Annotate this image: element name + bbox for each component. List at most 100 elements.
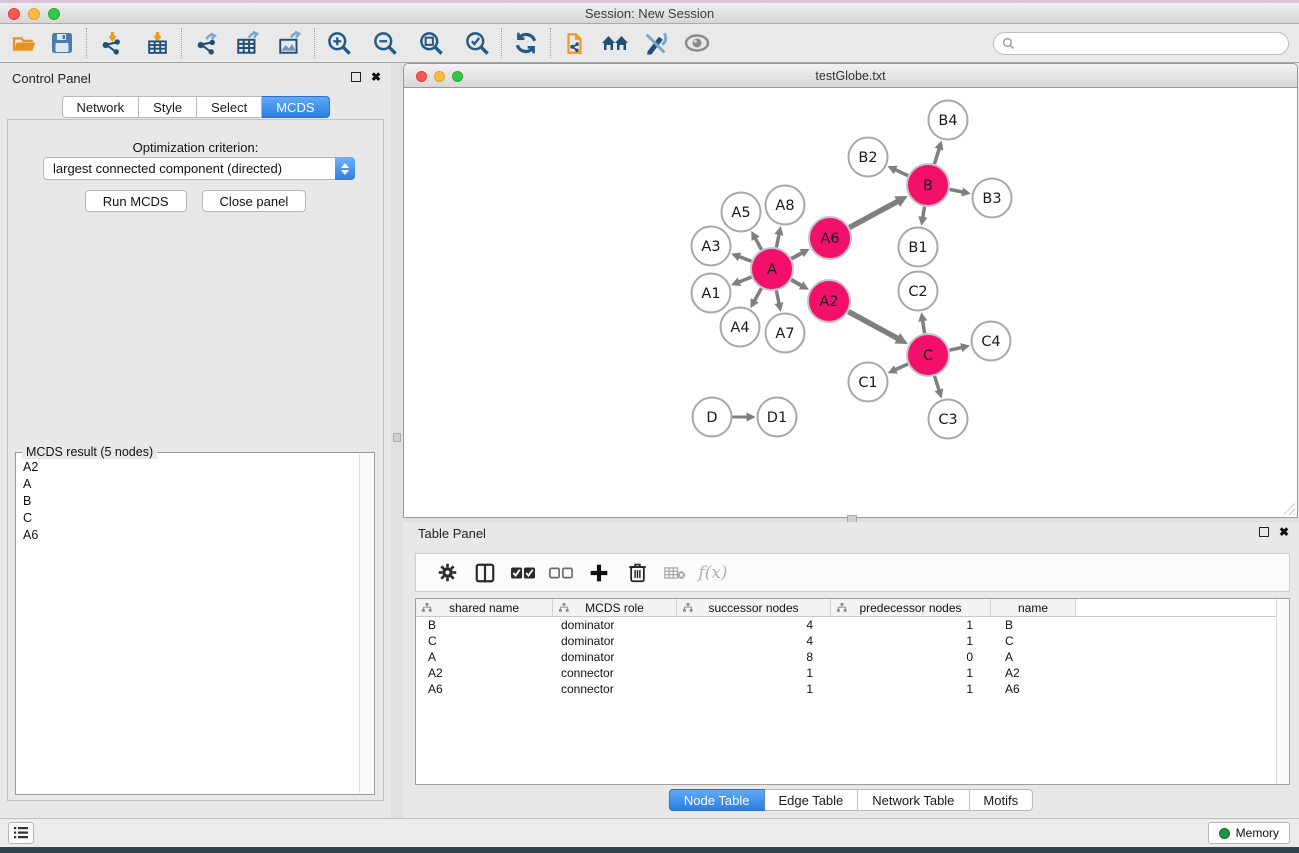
- result-item[interactable]: B: [17, 492, 358, 509]
- clone-network-icon[interactable]: [560, 28, 590, 58]
- cell-shared-name: C: [416, 633, 553, 649]
- open-session-icon[interactable]: [9, 28, 39, 58]
- tab-style[interactable]: Style: [139, 96, 197, 118]
- import-network-icon[interactable]: [96, 28, 126, 58]
- search-input[interactable]: [1020, 37, 1288, 51]
- pencil-slash-icon[interactable]: [640, 28, 670, 58]
- column-header-name[interactable]: name: [991, 599, 1076, 616]
- export-network-icon[interactable]: [191, 28, 221, 58]
- table-row[interactable]: Adominator80A: [416, 649, 1289, 665]
- add-column-icon[interactable]: [580, 558, 618, 588]
- float-table-panel-icon[interactable]: [1259, 527, 1269, 537]
- node-label-A7: A7: [775, 326, 794, 342]
- cell-successor-nodes: 8: [677, 649, 831, 665]
- edge-A-A8[interactable]: [776, 234, 779, 248]
- table-row[interactable]: Bdominator41B: [416, 617, 1289, 633]
- table-panel: Table Panel ✖: [403, 522, 1299, 818]
- table-tab-edge-table[interactable]: Edge Table: [764, 789, 858, 811]
- edge-A-A1[interactable]: [738, 277, 751, 282]
- node-table: shared nameMCDS rolesuccessor nodesprede…: [415, 598, 1290, 785]
- edge-A-A5[interactable]: [755, 238, 761, 250]
- column-header-shared-name[interactable]: shared name: [416, 599, 553, 616]
- arrowhead-icon: [935, 389, 944, 399]
- memory-button[interactable]: Memory: [1208, 822, 1290, 844]
- edge-A6-B[interactable]: [849, 201, 898, 227]
- zoom-out-icon[interactable]: [370, 28, 400, 58]
- list-icon: [14, 827, 28, 839]
- vertical-split-divider[interactable]: [391, 63, 403, 818]
- export-image-icon[interactable]: [275, 28, 305, 58]
- result-item[interactable]: A: [17, 475, 358, 492]
- result-item[interactable]: A2: [17, 458, 358, 475]
- zoom-selected-icon[interactable]: [462, 28, 492, 58]
- table-tab-node-table[interactable]: Node Table: [669, 789, 765, 811]
- network-graph[interactable]: B4B2BB3A8A5A6B1A3AC2A1A2A4A7C4CC1C3DD1: [404, 88, 1297, 516]
- column-header-MCDS-role[interactable]: MCDS role: [553, 599, 677, 616]
- zoom-in-icon[interactable]: [324, 28, 354, 58]
- table-scrollbar[interactable]: [1276, 599, 1289, 784]
- close-panel-icon[interactable]: ✖: [371, 72, 381, 82]
- table-row[interactable]: A6connector11A6: [416, 681, 1289, 697]
- table-row[interactable]: A2connector11A2: [416, 665, 1289, 681]
- arrowhead-icon: [774, 302, 783, 312]
- tab-mcds[interactable]: MCDS: [262, 96, 329, 118]
- search-box[interactable]: [993, 32, 1289, 55]
- edge-A-A7[interactable]: [776, 291, 779, 305]
- edge-C-C1[interactable]: [895, 364, 908, 370]
- window-titlebar: Session: New Session: [0, 3, 1299, 24]
- select-all-icon[interactable]: [504, 558, 542, 588]
- import-table-icon[interactable]: [142, 28, 172, 58]
- column-header-successor-nodes[interactable]: successor nodes: [677, 599, 831, 616]
- edge-C-C2[interactable]: [923, 320, 925, 333]
- result-scrollbar[interactable]: [359, 454, 373, 793]
- main-toolbar: [0, 24, 1299, 63]
- edge-A-A3[interactable]: [739, 256, 752, 261]
- divider-handle[interactable]: [393, 433, 401, 442]
- cell-MCDS-role: connector: [553, 665, 677, 681]
- edge-C-C4[interactable]: [949, 347, 962, 350]
- edge-A-A6[interactable]: [791, 253, 802, 259]
- tab-select[interactable]: Select: [197, 96, 262, 118]
- criterion-dropdown[interactable]: largest connected component (directed): [43, 157, 355, 180]
- task-history-button[interactable]: [8, 822, 34, 844]
- close-table-panel-icon[interactable]: ✖: [1279, 527, 1289, 537]
- table-tab-network-table[interactable]: Network Table: [858, 789, 969, 811]
- tab-network[interactable]: Network: [61, 96, 139, 118]
- network-window-titlebar[interactable]: testGlobe.txt: [403, 63, 1298, 88]
- delete-column-icon[interactable]: [618, 558, 656, 588]
- function-builder-icon: f(x): [694, 558, 732, 588]
- export-table-icon[interactable]: [233, 28, 263, 58]
- eye-icon[interactable]: [682, 28, 712, 58]
- mcds-result-list: A2ABCA6: [17, 458, 358, 793]
- edge-A-A4[interactable]: [754, 288, 761, 301]
- edge-B-B3[interactable]: [950, 189, 964, 192]
- zoom-fit-icon[interactable]: [416, 28, 446, 58]
- node-label-A6: A6: [820, 231, 839, 247]
- node-label-C2: C2: [908, 284, 927, 300]
- run-mcds-button[interactable]: Run MCDS: [85, 190, 187, 212]
- two-houses-icon[interactable]: [600, 28, 630, 58]
- edge-C-C3[interactable]: [935, 376, 940, 391]
- node-label-B4: B4: [938, 113, 957, 129]
- edge-B-B1[interactable]: [923, 207, 925, 218]
- table-row[interactable]: Cdominator41C: [416, 633, 1289, 649]
- deselect-all-icon[interactable]: [542, 558, 580, 588]
- edge-B-B4[interactable]: [934, 148, 939, 164]
- result-item[interactable]: A6: [17, 526, 358, 543]
- node-label-C: C: [923, 348, 933, 364]
- result-item[interactable]: C: [17, 509, 358, 526]
- save-session-icon[interactable]: [47, 28, 77, 58]
- table-tabs: Node TableEdge TableNetwork TableMotifs: [669, 789, 1033, 811]
- close-panel-button[interactable]: Close panel: [202, 190, 307, 212]
- edge-A-A2[interactable]: [791, 280, 802, 286]
- edge-A2-C[interactable]: [848, 312, 898, 339]
- edge-B-B2[interactable]: [895, 169, 908, 175]
- float-panel-icon[interactable]: [351, 72, 361, 82]
- node-label-D: D: [706, 410, 717, 426]
- column-header-predecessor-nodes[interactable]: predecessor nodes: [831, 599, 991, 616]
- gear-icon[interactable]: [428, 558, 466, 588]
- table-tab-motifs[interactable]: Motifs: [969, 789, 1033, 811]
- split-panel-icon[interactable]: [466, 558, 504, 588]
- refresh-icon[interactable]: [511, 28, 541, 58]
- network-canvas[interactable]: B4B2BB3A8A5A6B1A3AC2A1A2A4A7C4CC1C3DD1: [403, 88, 1298, 518]
